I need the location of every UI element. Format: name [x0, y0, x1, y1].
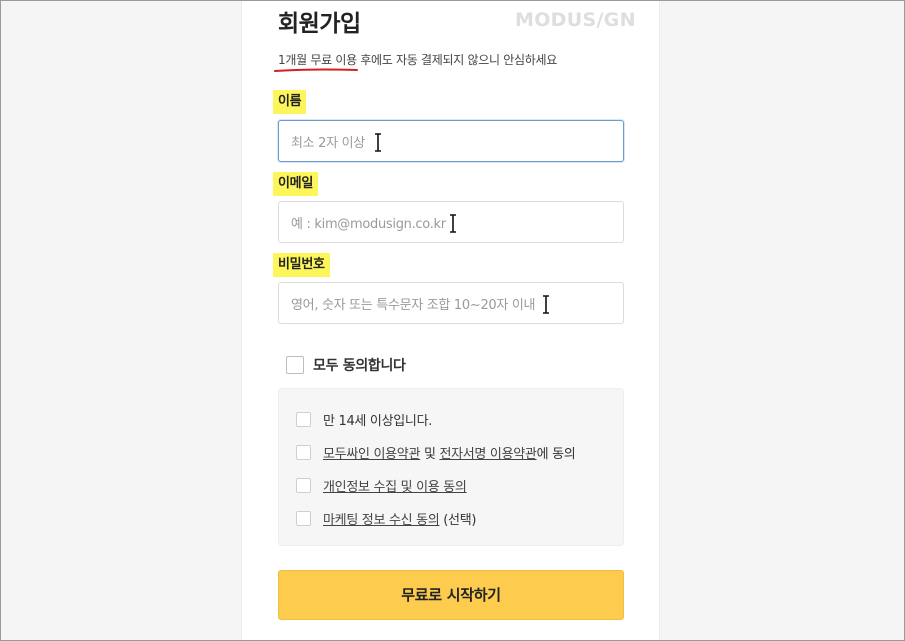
email-placeholder: 예 : kim@modusign.co.kr: [291, 216, 446, 232]
page-title: 회원가입: [278, 11, 361, 37]
text-cursor-icon: [543, 295, 549, 314]
terms-conjunction: 및: [420, 447, 440, 462]
marketing-checkbox[interactable]: [296, 511, 311, 526]
age-agreement-row[interactable]: 만 14세 이상입니다.: [296, 410, 432, 429]
name-placeholder: 최소 2자 이상: [291, 135, 365, 151]
password-input[interactable]: 영어, 숫자 또는 특수문자 조합 10~20자 이내: [278, 282, 624, 324]
marketing-link[interactable]: 마케팅 정보 수신 동의: [323, 509, 440, 528]
name-label: 이름: [273, 90, 307, 114]
terms-checkbox[interactable]: [296, 445, 311, 460]
age-label: 만 14세 이상입니다.: [323, 414, 433, 429]
text-cursor-icon: [450, 214, 456, 233]
privacy-agreement-row[interactable]: 개인정보 수집 및 이용 동의: [296, 476, 467, 495]
email-label: 이메일: [273, 172, 318, 196]
privacy-link[interactable]: 개인정보 수집 및 이용 동의: [323, 476, 467, 495]
privacy-checkbox[interactable]: [296, 478, 311, 493]
age-checkbox[interactable]: [296, 412, 311, 427]
terms-suffix: 에 동의: [536, 447, 576, 462]
trial-notice: 1개월 무료 이용 후에도 자동 결제되지 않으니 안심하세요: [278, 53, 557, 67]
password-label: 비밀번호: [273, 253, 330, 277]
annotation-underline: [274, 68, 358, 72]
email-input[interactable]: 예 : kim@modusign.co.kr: [278, 201, 624, 243]
service-terms-link[interactable]: 모두싸인 이용약관: [323, 443, 420, 462]
password-placeholder: 영어, 숫자 또는 특수문자 조합 10~20자 이내: [291, 297, 536, 313]
terms-agreement-row[interactable]: 모두싸인 이용약관 및 전자서명 이용약관 에 동의: [296, 443, 576, 462]
agree-all-row[interactable]: 모두 동의합니다: [286, 355, 406, 375]
agree-all-checkbox[interactable]: [286, 356, 304, 374]
agree-all-label: 모두 동의합니다: [313, 358, 406, 374]
esign-terms-link[interactable]: 전자서명 이용약관: [439, 443, 536, 462]
marketing-optional: (선택): [439, 513, 477, 528]
name-input[interactable]: 최소 2자 이상: [278, 120, 624, 162]
marketing-agreement-row[interactable]: 마케팅 정보 수신 동의 (선택): [296, 509, 476, 528]
text-cursor-icon: [375, 133, 381, 152]
start-free-button[interactable]: 무료로 시작하기: [278, 570, 624, 620]
brand-logo: MODUS/GN: [515, 9, 636, 31]
